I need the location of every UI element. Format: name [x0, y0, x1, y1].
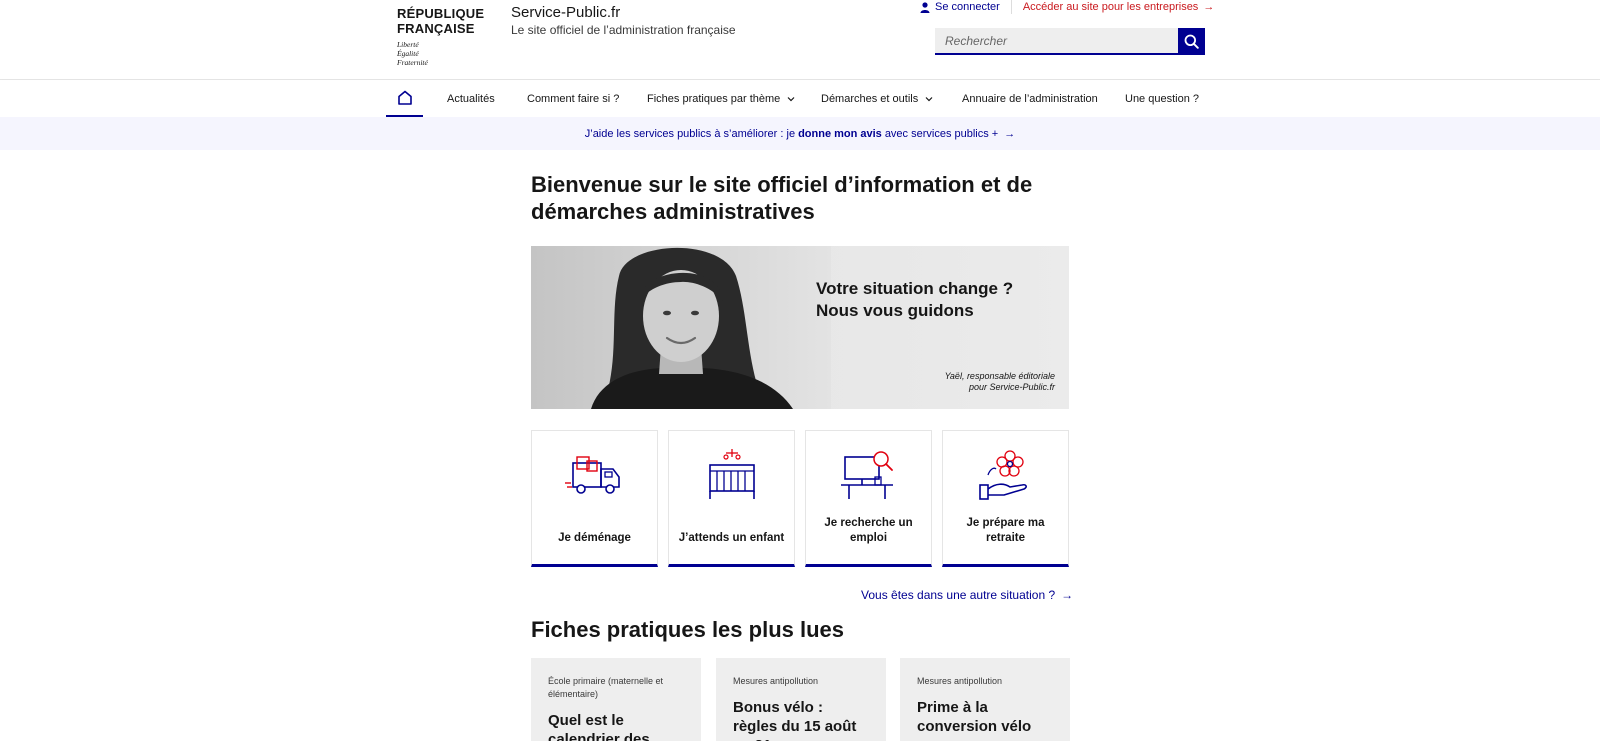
motto: Liberté Égalité Fraternité: [397, 40, 492, 67]
pro-site-link[interactable]: Accéder au site pour les entreprises →: [1023, 1, 1214, 13]
motto-liberte: Liberté: [397, 40, 419, 49]
connect-link[interactable]: Se connecter: [920, 1, 1000, 13]
arrow-right-icon: →: [1203, 1, 1215, 13]
fiche-card[interactable]: Mesures antipollution Prime à la convers…: [900, 658, 1070, 741]
page-title: Bienvenue sur le site officiel d’informa…: [531, 172, 1033, 224]
nav-item-une-question[interactable]: Une question ?: [1125, 80, 1199, 117]
retirement-hand-flower-icon: [978, 450, 1027, 500]
card-label: Je prépare ma retraite: [966, 517, 1045, 544]
nav-item-actualites[interactable]: Actualités: [447, 80, 495, 117]
feedback-bold: donne mon avis: [798, 127, 882, 140]
hero-credit: Yaël, responsable éditoriale pour Servic…: [945, 371, 1055, 393]
search-button[interactable]: [1178, 28, 1205, 55]
brand-line-1: RÉPUBLIQUE: [397, 6, 485, 21]
motto-fraternite: Fraternité: [397, 58, 428, 67]
fiche-title: Prime à la conversion vélo: [917, 699, 1032, 735]
card-je-recherche-un-emploi[interactable]: Je recherche un emploi: [805, 430, 932, 567]
card-je-prepare-ma-retraite[interactable]: Je prépare ma retraite: [942, 430, 1069, 567]
card-label: Je recherche un emploi: [824, 517, 913, 544]
feedback-banner[interactable]: J’aide les services publics à s’améliore…: [0, 117, 1600, 150]
site-tagline: Le site officiel de l’administration fra…: [511, 23, 736, 37]
arrow-right-icon: →: [1061, 588, 1074, 602]
situation-cards: Je déménage J’attends un enfant Je reche…: [531, 430, 1069, 567]
fiche-category: Mesures antipollution: [733, 676, 819, 686]
card-j-attends-un-enfant[interactable]: J’attends un enfant: [668, 430, 795, 567]
hero-credit-line-1: Yaël, responsable éditoriale: [944, 371, 1055, 381]
job-search-icon: [840, 451, 893, 499]
fiche-card[interactable]: École primaire (maternelle et élémentair…: [531, 658, 701, 741]
feedback-prefix: J’aide les services publics à s’améliore…: [584, 127, 796, 140]
connect-label: Se connecter: [935, 1, 1000, 13]
feedback-suffix: avec services publics +: [884, 127, 999, 140]
other-situation-link[interactable]: Vous êtes dans une autre situation ? →: [861, 588, 1073, 602]
hero-credit-line-2: pour Service-Public.fr: [968, 382, 1055, 392]
hero-banner[interactable]: Votre situation change ? Nous vous guido…: [531, 246, 1069, 409]
nav-item-fiches-pratiques[interactable]: Fiches pratiques par thème: [647, 80, 795, 117]
moving-truck-icon: [564, 456, 620, 494]
search-input[interactable]: [935, 28, 1178, 55]
hero-line-2: Nous vous guidons: [816, 301, 974, 320]
main-navigation: Actualités Comment faire si ? Fiches pra…: [0, 80, 1600, 117]
nav-item-comment-faire-si[interactable]: Comment faire si ?: [527, 80, 619, 117]
hero-portrait-image: [531, 246, 831, 409]
fiche-title: Bonus vélo : règles du 15 août au 31: [733, 699, 857, 741]
site-header: RÉPUBLIQUE FRANÇAISE Liberté Égalité Fra…: [0, 0, 1600, 80]
motto-egalite: Égalité: [397, 49, 419, 58]
fiche-category: Mesures antipollution: [917, 676, 1003, 686]
fiche-title: Quel est le calendrier des: [548, 712, 650, 741]
card-label: Je déménage: [558, 532, 631, 544]
fiche-card[interactable]: Mesures antipollution Bonus vélo : règle…: [716, 658, 886, 741]
chevron-down-icon: [787, 96, 795, 101]
top-links: Se connecter Accéder au site pour les en…: [920, 0, 1214, 14]
home-icon: [397, 90, 412, 105]
user-icon: [920, 1, 930, 13]
card-je-demenage[interactable]: Je déménage: [531, 430, 658, 567]
nav-item-label: Fiches pratiques par thème: [647, 92, 781, 105]
arrow-right-icon: →: [1004, 127, 1016, 140]
republique-francaise-logo[interactable]: RÉPUBLIQUE FRANÇAISE Liberté Égalité Fra…: [397, 6, 492, 67]
search-icon: [1184, 34, 1199, 49]
nav-item-demarches-outils[interactable]: Démarches et outils: [821, 80, 933, 117]
nav-home[interactable]: [386, 80, 423, 117]
card-label: J’attends un enfant: [678, 532, 785, 544]
top-links-divider: [1010, 0, 1012, 14]
hero-headline: Votre situation change ? Nous vous guido…: [816, 278, 1056, 322]
search-bar: [935, 28, 1205, 55]
baby-crib-icon: [708, 449, 755, 499]
other-situation-label: Vous êtes dans une autre situation ?: [861, 588, 1056, 602]
site-name-link[interactable]: Service-Public.fr: [511, 4, 620, 22]
nav-item-annuaire[interactable]: Annuaire de l’administration: [962, 80, 1098, 117]
brand-line-2: FRANÇAISE: [397, 21, 475, 36]
nav-item-label: Démarches et outils: [821, 92, 919, 105]
fiche-category: École primaire (maternelle et élémentair…: [548, 676, 664, 699]
hero-line-1: Votre situation change ?: [816, 279, 1014, 298]
pro-site-label: Accéder au site pour les entreprises: [1022, 1, 1199, 13]
section-title: Fiches pratiques les plus lues: [531, 617, 844, 642]
chevron-down-icon: [925, 96, 933, 101]
